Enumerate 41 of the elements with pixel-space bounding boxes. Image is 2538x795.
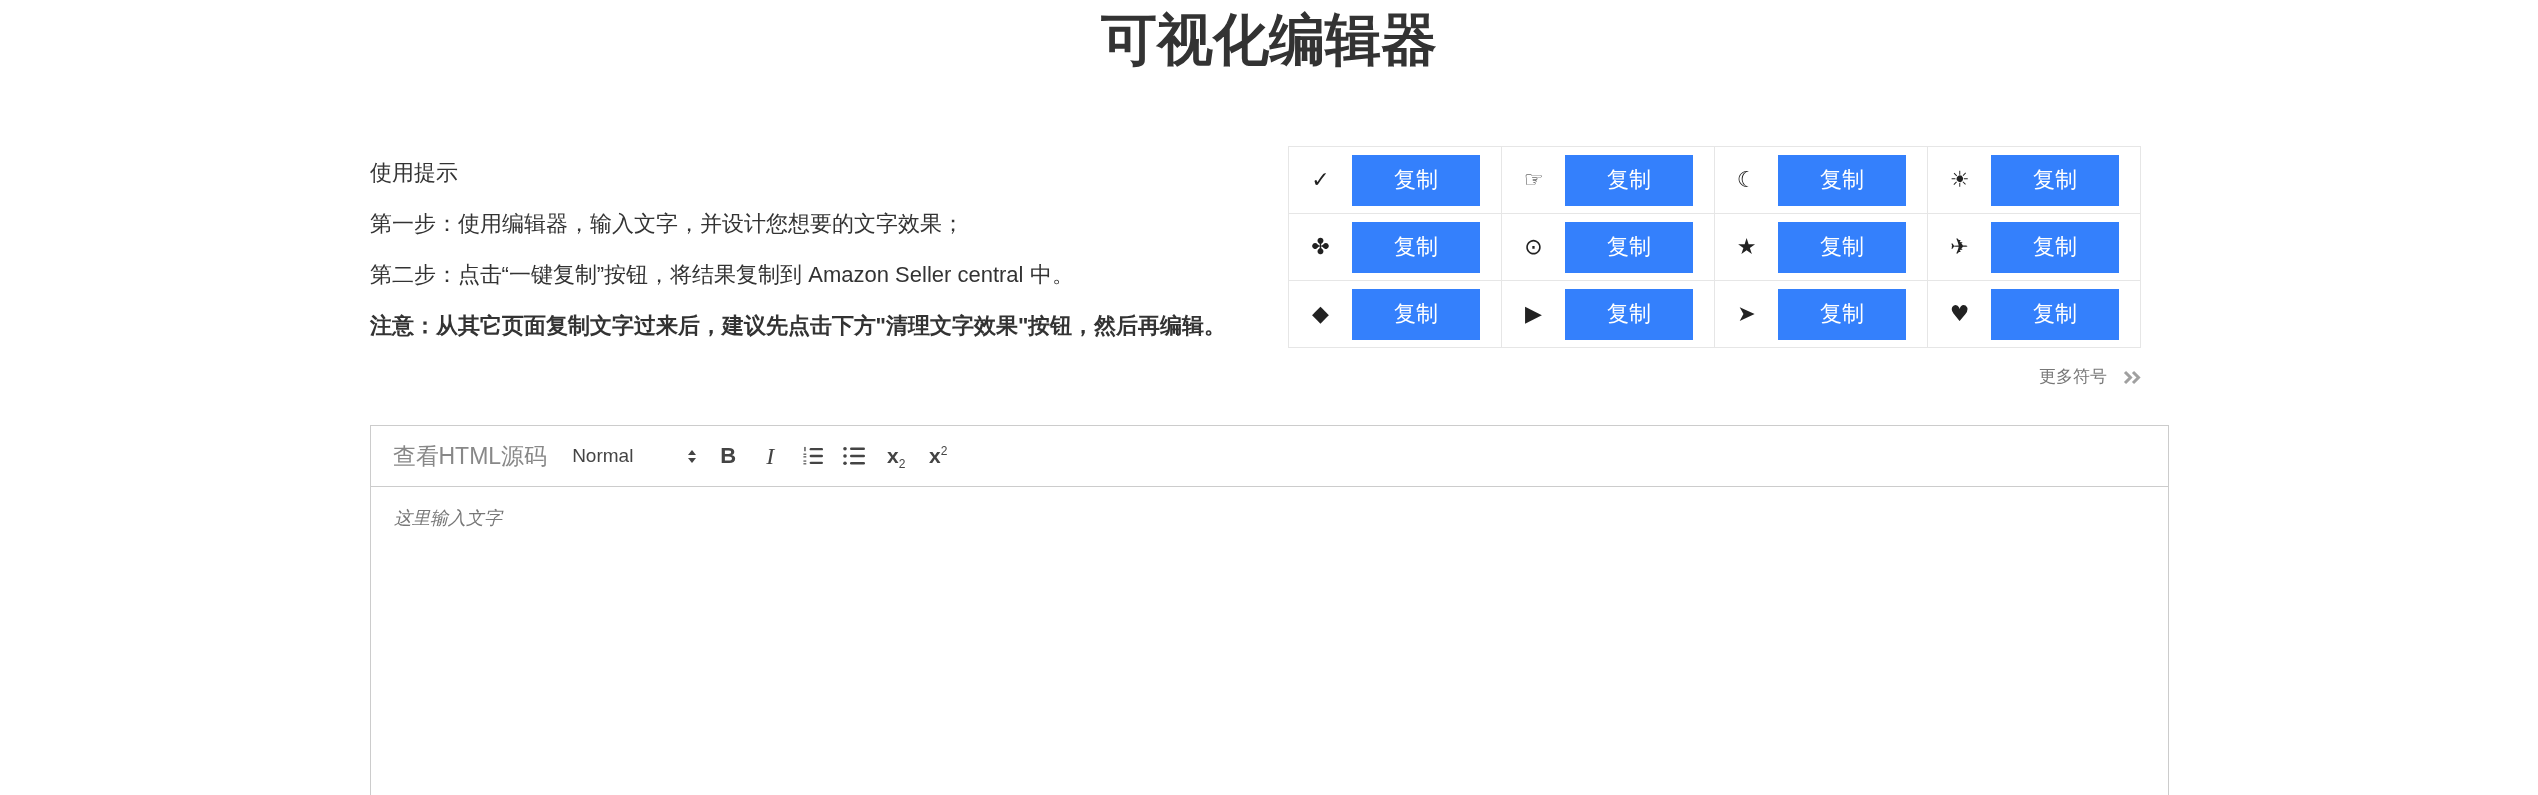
more-symbols-link[interactable]: 更多符号 (2038, 365, 2141, 389)
symbol-character: ★ (1735, 233, 1758, 261)
copy-button[interactable]: 复制 (1777, 288, 1906, 340)
symbol-character: ☀ (1948, 166, 1971, 194)
tips-heading: 使用提示 (369, 159, 459, 187)
copy-button[interactable]: 复制 (1351, 154, 1480, 206)
symbol-character: ♥ (1948, 300, 1971, 328)
subscript-button[interactable]: x$_{2}$ (875, 438, 918, 474)
symbol-character: ✓ (1310, 166, 1331, 194)
copy-button[interactable]: 复制 (1777, 221, 1906, 273)
symbol-character: ☾ (1735, 166, 1758, 194)
double-chevron-icon (2122, 369, 2141, 385)
italic-button[interactable]: I (749, 438, 792, 474)
symbol-character: ✤ (1310, 233, 1331, 261)
format-picker[interactable]: Normal (566, 438, 702, 474)
page-title: 可视化编辑器 (1100, 7, 1438, 73)
copy-button[interactable]: 复制 (1564, 288, 1693, 340)
copy-button[interactable]: 复制 (1564, 154, 1693, 206)
up-down-arrows-icon (687, 448, 698, 464)
copy-button[interactable]: 复制 (1990, 221, 2119, 273)
view-html-source-button[interactable]: 查看HTML源码 (392, 440, 548, 472)
copy-button[interactable]: 复制 (1777, 154, 1906, 206)
numbered-list-icon (801, 446, 823, 466)
symbol-character: ✈ (1949, 233, 1970, 261)
superscript-button[interactable]: x$^{2}$ (917, 438, 960, 474)
symbol-character: ▶ (1524, 300, 1543, 328)
symbol-character: ➤ (1736, 300, 1757, 328)
symbol-character: ⊙ (1523, 233, 1544, 261)
step-text: 第一步：使用编辑器，输入文字，并设计您想要的文字效果； (369, 210, 965, 238)
bold-button[interactable]: B (707, 438, 750, 474)
copy-button[interactable]: 复制 (1351, 288, 1480, 340)
copy-button[interactable]: 复制 (1564, 221, 1693, 273)
text-input-area[interactable]: 这里输入文字 (370, 487, 2168, 795)
copy-button[interactable]: 复制 (1990, 154, 2119, 206)
bullet-list-icon (843, 446, 866, 466)
note-text: 注意：从其它页面复制文字过来后，建议先点击下方"清理文字效果"按钮，然后再编辑。 (369, 312, 1228, 340)
copy-button[interactable]: 复制 (1351, 221, 1480, 273)
copy-button[interactable]: 复制 (1990, 288, 2119, 340)
step-text: 第二步：点击“一键复制”按钮，将结果复制到 Amazon Seller central 中。 (369, 261, 1075, 289)
symbol-character: ☞ (1522, 166, 1545, 194)
symbol-character: ◆ (1311, 300, 1330, 328)
